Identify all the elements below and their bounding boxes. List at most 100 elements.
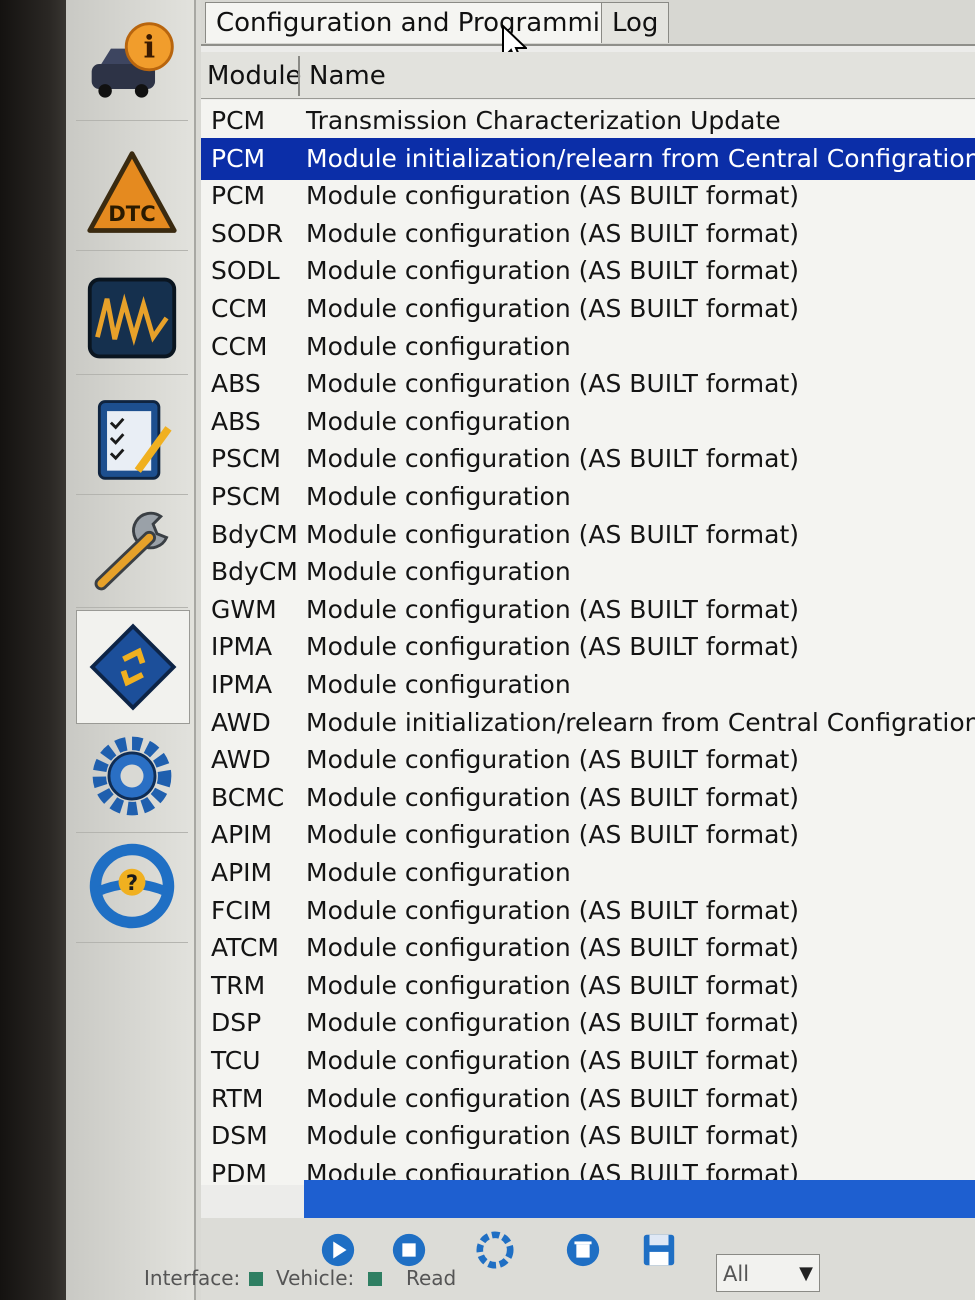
vehicle-label: Vehicle: xyxy=(276,1266,355,1290)
sidebar-item-module-programming[interactable] xyxy=(76,610,190,724)
sidebar-item-toolbox[interactable] xyxy=(76,495,188,608)
row-module-cell: RTM xyxy=(211,1083,264,1113)
table-row[interactable]: BCMC Module configuration (AS BUILT forma… xyxy=(201,777,975,819)
table-row[interactable]: PSCM Module configuration xyxy=(201,476,975,518)
vehicle-status-indicator xyxy=(368,1272,382,1286)
row-name-cell: Module configuration (AS BUILT format) xyxy=(306,594,799,624)
row-module-cell: ABS xyxy=(211,406,261,436)
row-name-cell: Module configuration (AS BUILT format) xyxy=(306,820,799,850)
column-divider[interactable] xyxy=(298,56,300,96)
row-name-cell: Module configuration (AS BUILT format) xyxy=(306,294,799,323)
row-module-cell: PDM xyxy=(211,1158,267,1185)
steering-help-icon: ? xyxy=(89,843,175,929)
row-name-cell: Module configuration (AS BUILT format) xyxy=(306,444,799,474)
tab-configuration-programming[interactable]: Configuration and Programming xyxy=(205,2,645,43)
table-row[interactable]: PSCM Module configuration (AS BUILT forma… xyxy=(201,438,975,480)
row-module-cell: TRM xyxy=(211,970,266,1000)
checklist-icon xyxy=(97,400,172,480)
row-module-cell: DSM xyxy=(211,1121,268,1151)
module-list: PCM Transmission Characterization Update P… xyxy=(201,100,975,1185)
table-row[interactable]: PCM Module initialization/relearn from Ce… xyxy=(201,137,975,180)
table-row[interactable]: DSM Module configuration (AS BUILT format… xyxy=(201,1115,975,1157)
sidebar-item-oscilloscope[interactable] xyxy=(76,262,188,375)
row-name-cell: Module configuration xyxy=(306,406,571,436)
table-row[interactable]: BdyCM Module configuration (AS BUILT form… xyxy=(201,514,975,556)
sidebar-item-vehicle-info[interactable]: i xyxy=(76,8,188,121)
row-name-cell: Module configuration (AS BUILT format) xyxy=(306,218,799,248)
table-row[interactable]: GWM Module configuration (AS BUILT format… xyxy=(201,589,975,631)
table-row[interactable]: DSP Module configuration (AS BUILT format… xyxy=(201,1002,975,1044)
row-module-cell: FCIM xyxy=(211,895,272,925)
row-name-cell: Module configuration (AS BUILT format) xyxy=(306,369,799,399)
table-row[interactable]: FCIM Module configuration (AS BUILT forma… xyxy=(201,890,975,932)
row-module-cell: TCU xyxy=(211,1046,261,1075)
row-name-cell: Module configuration (AS BUILT format) xyxy=(306,1046,799,1075)
row-module-cell: PSCM xyxy=(211,482,281,511)
row-name-cell: Module configuration (AS BUILT format) xyxy=(306,256,799,286)
gear-icon xyxy=(92,736,172,816)
interface-status-indicator xyxy=(249,1272,263,1286)
row-module-cell: PCM xyxy=(211,143,266,173)
sidebar-item-checklist[interactable] xyxy=(76,382,188,495)
table-row[interactable]: TCU Module configuration (AS BUILT format… xyxy=(201,1040,975,1082)
table-row[interactable]: PCM Module configuration (AS BUILT format… xyxy=(201,175,975,217)
column-headers: Module Name xyxy=(201,52,975,99)
row-module-cell: SODR xyxy=(211,218,284,248)
table-row[interactable]: APIM Module configuration (AS BUILT forma… xyxy=(201,814,975,856)
table-row[interactable]: ABS Module configuration xyxy=(201,401,975,443)
row-module-cell: PSCM xyxy=(211,444,281,474)
table-row[interactable]: APIM Module configuration xyxy=(201,852,975,894)
row-module-cell: PCM xyxy=(211,106,266,135)
column-header-name[interactable]: Name xyxy=(309,58,386,94)
row-name-cell: Module configuration (AS BUILT format) xyxy=(306,745,799,775)
column-header-module[interactable]: Module xyxy=(207,58,302,94)
row-name-cell: Module configuration xyxy=(306,557,571,587)
row-name-cell: Transmission Characterization Update xyxy=(306,106,781,135)
table-row[interactable]: CCM Module configuration (AS BUILT format… xyxy=(201,288,975,330)
app-window: i DTC ? Configuration and Programming Lo… xyxy=(66,0,975,1300)
vehicle-info-icon: i xyxy=(91,22,174,98)
sidebar-item-settings[interactable] xyxy=(76,720,188,833)
sidebar-item-help[interactable]: ? xyxy=(76,830,188,943)
row-name-cell: Module configuration (AS BUILT format) xyxy=(306,181,799,211)
row-module-cell: CCM xyxy=(211,294,268,323)
table-row[interactable]: SODL Module configuration (AS BUILT forma… xyxy=(201,250,975,292)
table-row[interactable]: PCM Transmission Characterization Update xyxy=(201,100,975,142)
row-module-cell: ABS xyxy=(211,369,261,399)
status-bar: Interface: Vehicle: Read xyxy=(66,1262,975,1300)
table-row[interactable]: CCM Module configuration xyxy=(201,326,975,368)
row-name-cell: Module configuration (AS BUILT format) xyxy=(306,519,799,549)
table-row[interactable]: BdyCM Module configuration xyxy=(201,551,975,593)
row-module-cell: APIM xyxy=(211,820,273,850)
row-module-cell: CCM xyxy=(211,331,268,361)
oscilloscope-icon xyxy=(87,277,177,359)
table-row[interactable]: IPMA Module configuration xyxy=(201,664,975,706)
row-module-cell: BdyCM xyxy=(211,557,298,587)
table-row[interactable]: AWD Module initialization/relearn from Ce… xyxy=(201,702,975,744)
interface-label: Interface: xyxy=(144,1266,241,1290)
row-name-cell: Module initialization/relearn from Centr… xyxy=(306,143,975,173)
table-row[interactable]: ATCM Module configuration (AS BUILT forma… xyxy=(201,927,975,969)
main-panel: Configuration and Programming Log Module… xyxy=(201,0,975,1300)
sidebar-item-dtc[interactable]: DTC xyxy=(76,138,188,251)
dtc-label: DTC xyxy=(108,201,155,226)
row-module-cell: DSP xyxy=(211,1008,262,1038)
row-module-cell: ATCM xyxy=(211,933,279,963)
row-name-cell: Module configuration xyxy=(306,482,571,511)
row-name-cell: Module configuration (AS BUILT format) xyxy=(306,1008,799,1038)
ready-label: Read xyxy=(406,1266,457,1290)
dtc-warning-icon: DTC xyxy=(87,151,177,233)
table-row[interactable]: TRM Module configuration (AS BUILT format… xyxy=(201,965,975,1007)
sidebar: i DTC ? xyxy=(66,0,196,1300)
table-row[interactable]: AWD Module configuration (AS BUILT format… xyxy=(201,739,975,781)
table-row[interactable]: SODR Module configuration (AS BUILT forma… xyxy=(201,213,975,255)
row-name-cell: Module configuration (AS BUILT format) xyxy=(306,933,799,963)
row-name-cell: Module configuration xyxy=(306,858,571,887)
table-row[interactable]: IPMA Module configuration (AS BUILT forma… xyxy=(201,626,975,668)
help-glyph: ? xyxy=(126,870,138,895)
table-row[interactable]: RTM Module configuration (AS BUILT format… xyxy=(201,1078,975,1120)
row-module-cell: APIM xyxy=(211,858,273,887)
table-row[interactable]: ABS Module configuration (AS BUILT format… xyxy=(201,363,975,405)
tab-log[interactable]: Log xyxy=(601,2,670,43)
row-module-cell: IPMA xyxy=(211,632,273,662)
